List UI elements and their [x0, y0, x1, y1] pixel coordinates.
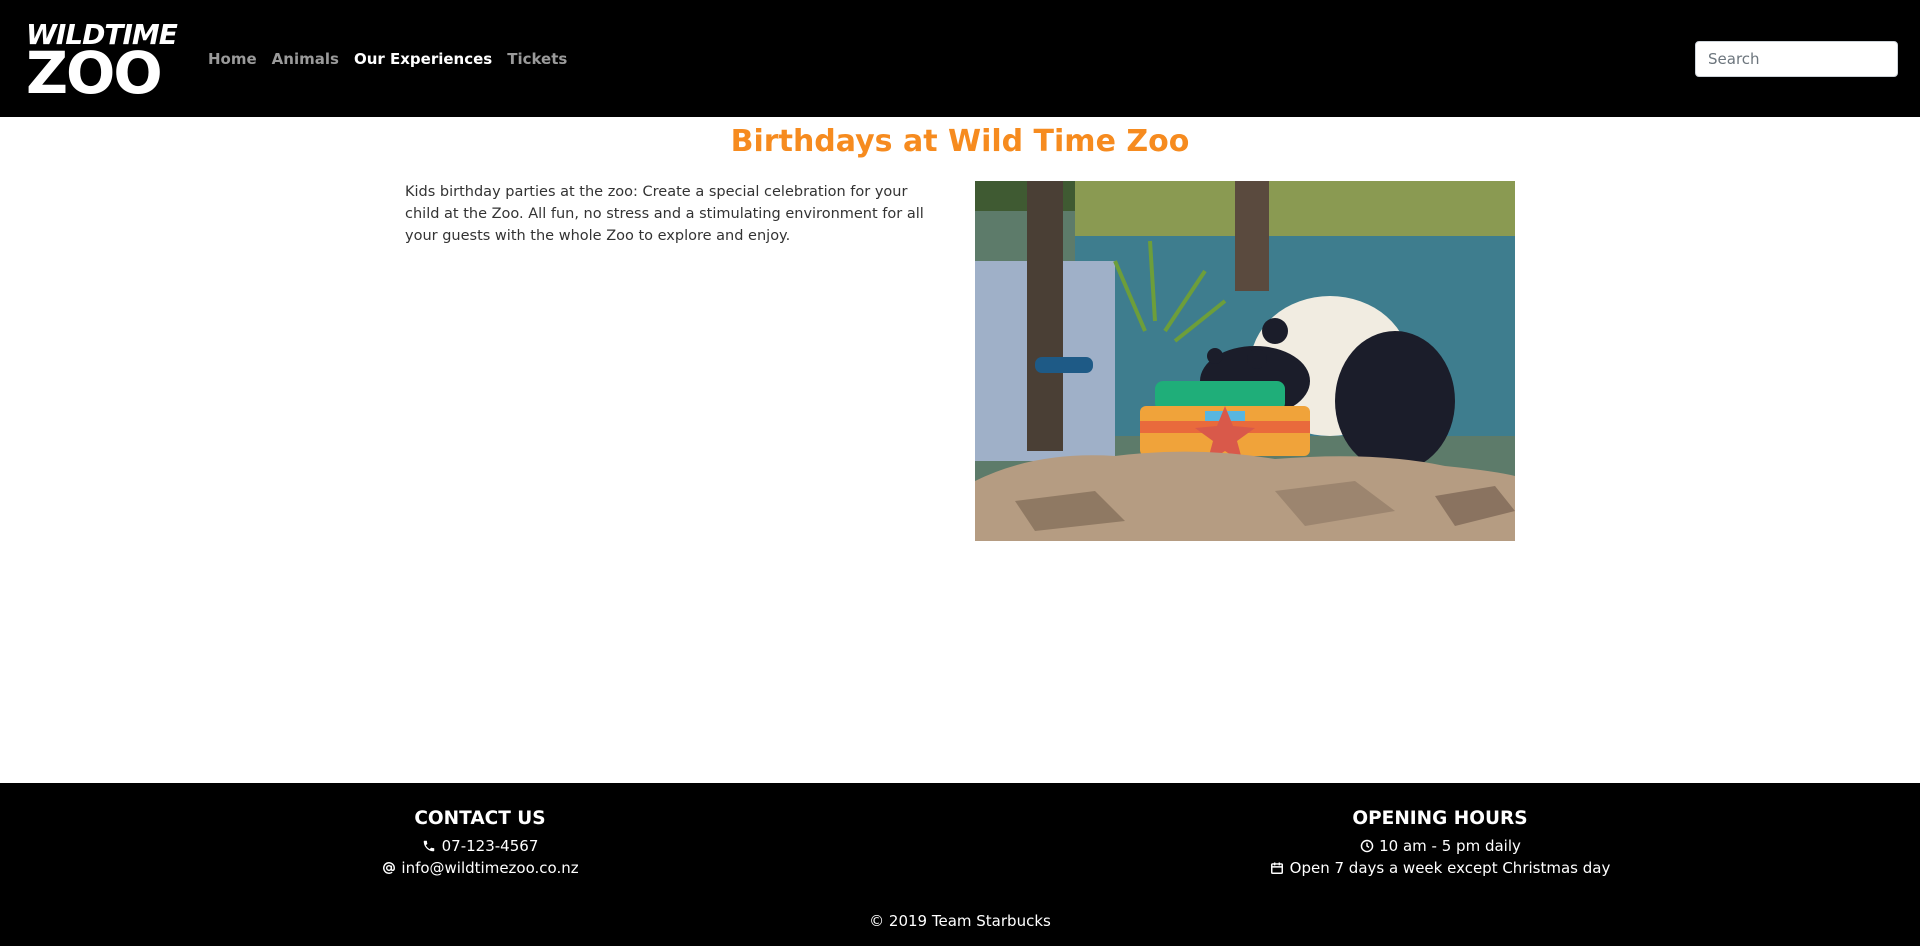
- nav-link-animals[interactable]: Animals: [264, 48, 346, 70]
- contact-heading: CONTACT US: [414, 808, 546, 829]
- zoo-logo[interactable]: WILDTIME ZOO: [26, 20, 178, 103]
- site-footer: CONTACT US 07-123-4567 info@wildtimezoo.…: [0, 783, 1920, 946]
- search-input[interactable]: [1695, 41, 1898, 77]
- contact-email-line: info@wildtimezoo.co.nz: [200, 857, 760, 879]
- nav-link-tickets[interactable]: Tickets: [500, 48, 575, 70]
- hours-daily: 10 am - 5 pm daily: [1379, 837, 1521, 855]
- hours-days: Open 7 days a week except Christmas day: [1289, 859, 1611, 877]
- contact-phone[interactable]: 07-123-4567: [442, 835, 539, 857]
- contact-email[interactable]: info@wildtimezoo.co.nz: [401, 857, 578, 879]
- page-title: Birthdays at Wild Time Zoo: [730, 124, 1190, 159]
- main-nav: Home Animals Our Experiences Tickets: [208, 48, 575, 70]
- nav-link-home[interactable]: Home: [208, 48, 264, 70]
- phone-icon: [422, 839, 437, 854]
- hours-daily-line: 10 am - 5 pm daily: [1160, 835, 1720, 857]
- contact-phone-line: 07-123-4567: [200, 835, 760, 857]
- copyright-text: © 2019 Team Starbucks: [869, 912, 1051, 930]
- logo-line-2: ZOO: [26, 39, 163, 107]
- intro-paragraph: Kids birthday parties at the zoo: Create…: [405, 184, 924, 244]
- contact-section: CONTACT US 07-123-4567 info@wildtimezoo.…: [200, 805, 760, 879]
- hours-days-line: Open 7 days a week except Christmas day: [1160, 857, 1720, 879]
- opening-hours-heading: OPENING HOURS: [1352, 808, 1528, 829]
- nav-link-our-experiences[interactable]: Our Experiences: [346, 48, 499, 70]
- clock-icon: [1359, 839, 1374, 854]
- panda-birthday-cake-photo: [975, 181, 1515, 541]
- calendar-icon: [1270, 861, 1285, 876]
- top-navbar: WILDTIME ZOO Home Animals Our Experience…: [0, 0, 1920, 117]
- opening-hours-section: OPENING HOURS 10 am - 5 pm daily Open 7 …: [1160, 805, 1720, 879]
- at-icon: [381, 861, 396, 876]
